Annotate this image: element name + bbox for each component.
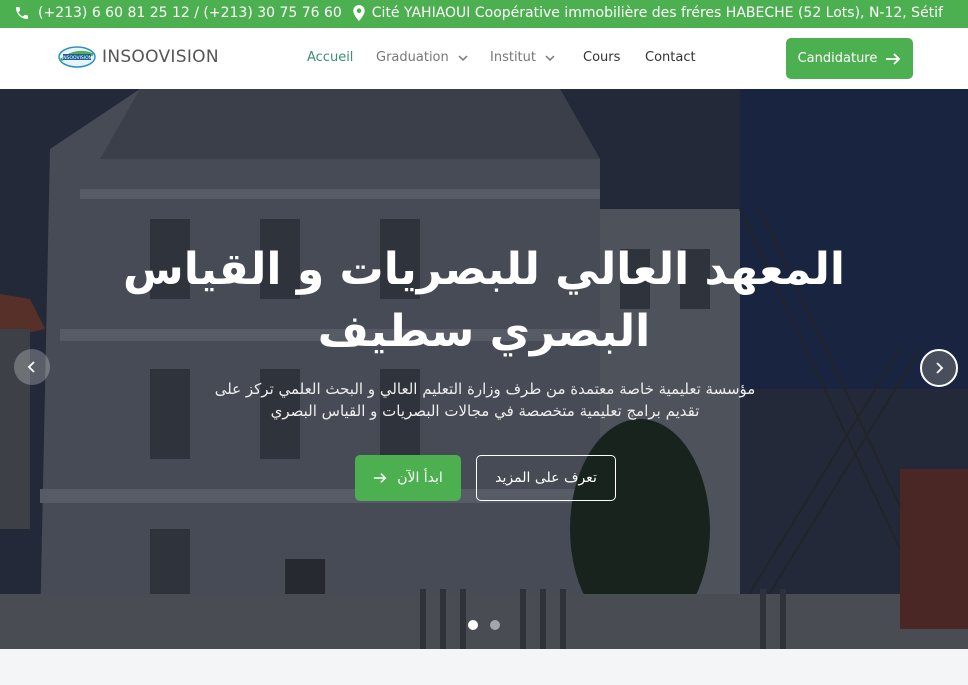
phone-numbers: (+213) 6 60 81 25 12 / (+213) 30 75 76 6… xyxy=(38,5,342,21)
slider-prev-button[interactable] xyxy=(14,349,50,385)
slider-dots xyxy=(468,620,500,630)
chevron-down-icon xyxy=(458,54,468,61)
chevron-right-icon xyxy=(936,362,944,374)
arrow-right-icon xyxy=(374,473,387,483)
address-info: Cité YAHIAOUI Coopérative immobilière de… xyxy=(352,5,943,21)
candidature-button[interactable]: Candidature xyxy=(786,38,913,79)
chevron-down-icon xyxy=(545,54,555,61)
nav-label: Accueil xyxy=(307,50,354,65)
top-contact-bar: (+213) 6 60 81 25 12 / (+213) 30 75 76 6… xyxy=(0,0,968,28)
site-logo[interactable]: INSOOVISION INSOOVISION xyxy=(58,46,219,68)
start-now-label: ابدأ الآن xyxy=(397,470,443,486)
nav-cours[interactable]: Cours xyxy=(583,50,620,65)
next-section xyxy=(0,649,968,685)
nav-institut[interactable]: Institut xyxy=(490,50,556,65)
start-now-button[interactable]: ابدأ الآن xyxy=(355,455,461,501)
main-navbar: INSOOVISION INSOOVISION Accueil Graduati… xyxy=(0,28,968,89)
hero-title: المعهد العالي للبصريات و القياس البصري س… xyxy=(123,244,845,357)
nav-label: Institut xyxy=(490,50,536,65)
candidature-label: Candidature xyxy=(797,51,878,66)
nav-contact[interactable]: Contact xyxy=(645,50,696,65)
location-pin-icon xyxy=(353,5,365,21)
hero-subtitle: مؤسسة تعليمية خاصة معتمدة من طرف وزارة ا… xyxy=(214,380,756,420)
hero-slider: المعهد العالي للبصريات و القياس البصري س… xyxy=(0,89,968,649)
chevron-left-icon xyxy=(27,361,35,373)
slider-dot[interactable] xyxy=(468,620,478,630)
phone-icon xyxy=(16,7,28,19)
nav-accueil[interactable]: Accueil xyxy=(307,50,353,65)
phone-info[interactable]: (+213) 6 60 81 25 12 / (+213) 30 75 76 6… xyxy=(14,5,342,21)
logo-text: INSOOVISION xyxy=(102,47,219,67)
slider-next-button[interactable] xyxy=(920,349,958,387)
nav-graduation[interactable]: Graduation xyxy=(376,50,469,65)
nav-label: Cours xyxy=(583,50,621,65)
logo-badge-text: INSOOVISION xyxy=(62,55,92,61)
learn-more-label: تعرف على المزيد xyxy=(495,470,597,486)
building-background-image xyxy=(0,89,968,649)
learn-more-button[interactable]: تعرف على المزيد xyxy=(476,455,616,501)
logo-eye-icon: INSOOVISION xyxy=(58,46,96,68)
nav-label: Contact xyxy=(645,50,696,65)
arrow-right-icon xyxy=(886,52,901,65)
nav-label: Graduation xyxy=(376,50,449,65)
address-text: Cité YAHIAOUI Coopérative immobilière de… xyxy=(371,5,943,21)
slider-dot[interactable] xyxy=(490,620,500,630)
